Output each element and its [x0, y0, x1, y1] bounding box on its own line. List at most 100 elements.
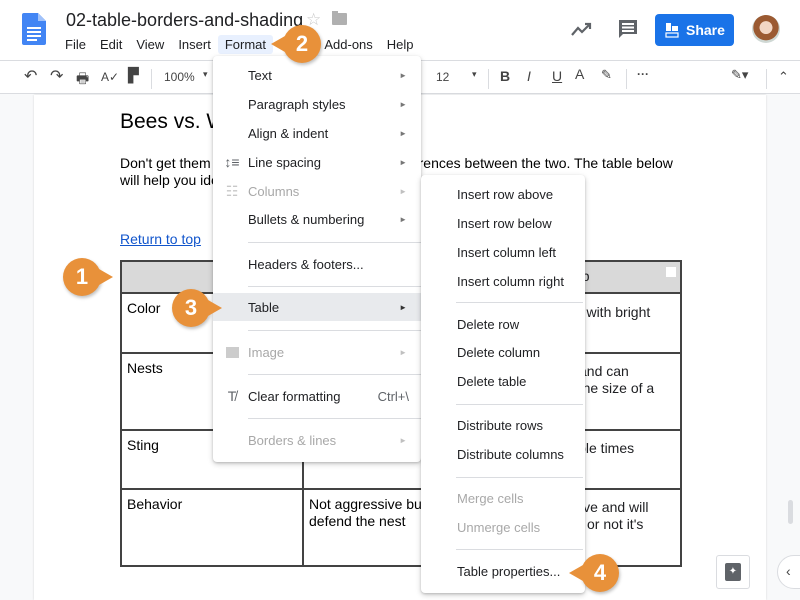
menu-item-label: Delete row: [457, 316, 520, 332]
clear-formatting-icon: T̸: [227, 388, 237, 404]
menu-bar: File Edit View Insert Format Tools Add-o…: [58, 35, 421, 54]
font-size-dropdown-icon[interactable]: ▾: [472, 69, 477, 80]
menu-item-distribute-columns[interactable]: Distribute columns: [421, 440, 585, 468]
table-cell[interactable]: Behavior: [120, 488, 304, 567]
menu-help[interactable]: Help: [380, 35, 421, 54]
menu-item-insert-row-above[interactable]: Insert row above: [421, 180, 585, 208]
menu-item-image[interactable]: Image ►: [213, 338, 421, 366]
bold-button[interactable]: B: [500, 68, 510, 84]
menu-item-distribute-rows[interactable]: Distribute rows: [421, 411, 585, 439]
menu-item-label: Bullets & numbering: [248, 211, 365, 227]
more-icon[interactable]: ···: [637, 67, 649, 81]
docs-logo-icon[interactable]: [22, 13, 46, 45]
menu-divider: [456, 549, 583, 550]
menu-item-label: Clear formatting: [248, 388, 341, 404]
menu-item-merge-cells[interactable]: Merge cells: [421, 484, 585, 512]
menu-item-label: Table: [248, 299, 280, 315]
cell-text: and can: [579, 363, 629, 379]
menu-item-align-indent[interactable]: Align & indent ►: [213, 119, 421, 147]
highlight-icon[interactable]: ✎: [601, 67, 612, 83]
cell-dropdown-icon[interactable]: [666, 267, 676, 277]
menu-item-label: Image: [248, 344, 285, 360]
menu-item-unmerge-cells[interactable]: Unmerge cells: [421, 513, 585, 541]
menu-divider: [248, 242, 421, 243]
spellcheck-icon[interactable]: A✓: [101, 70, 119, 84]
explore-button[interactable]: ✦: [716, 555, 750, 589]
paint-format-icon[interactable]: ▛: [128, 67, 139, 84]
menu-divider: [456, 302, 583, 303]
text-color-button[interactable]: A: [575, 66, 584, 82]
submenu-arrow-icon: ►: [399, 186, 407, 196]
menu-item-insert-row-below[interactable]: Insert row below: [421, 209, 585, 237]
menu-item-label: Insert row below: [457, 215, 552, 231]
menu-item-clear-formatting[interactable]: T̸ Clear formatting Ctrl+\: [213, 382, 421, 410]
redo-icon[interactable]: ↷: [50, 66, 63, 86]
menu-view[interactable]: View: [129, 35, 171, 54]
menu-item-shortcut: Ctrl+\: [377, 388, 409, 404]
app-header: 02-table-borders-and-shading ☆ File Edit…: [0, 0, 800, 60]
menu-item-paragraph-styles[interactable]: Paragraph styles ►: [213, 90, 421, 118]
return-to-top-link[interactable]: Return to top: [120, 231, 201, 247]
collapse-toolbar-icon[interactable]: ⌃: [778, 69, 789, 85]
menu-item-label: Line spacing: [248, 154, 321, 170]
comment-icon[interactable]: [618, 19, 638, 39]
step-callout-4: 4: [569, 554, 619, 592]
share-lock-icon: [665, 22, 679, 38]
menu-file[interactable]: File: [58, 35, 93, 54]
menu-item-delete-column[interactable]: Delete column: [421, 338, 585, 366]
vertical-scrollbar[interactable]: [788, 500, 793, 524]
folder-icon[interactable]: [332, 11, 347, 25]
menu-item-headers-footers[interactable]: Headers & footers...: [213, 250, 421, 278]
step-callout-2: 2: [271, 25, 321, 63]
zoom-dropdown-icon[interactable]: ▾: [203, 69, 208, 80]
editing-mode-icon[interactable]: ✎▾: [731, 67, 748, 83]
menu-item-label: Borders & lines: [248, 432, 337, 448]
italic-button[interactable]: I: [527, 68, 531, 84]
trend-icon[interactable]: [571, 20, 593, 38]
document-title[interactable]: 02-table-borders-and-shading: [66, 10, 303, 31]
menu-item-delete-row[interactable]: Delete row: [421, 310, 585, 338]
share-button[interactable]: Share: [655, 14, 734, 46]
underline-button[interactable]: U: [552, 68, 562, 84]
menu-item-label: Merge cells: [457, 490, 524, 506]
table-submenu: Insert row above Insert row below Insert…: [421, 175, 585, 593]
image-icon: [224, 344, 240, 360]
submenu-arrow-icon: ►: [399, 157, 407, 167]
undo-icon[interactable]: ↶: [24, 66, 37, 86]
menu-item-columns[interactable]: ☷ Columns ►: [213, 177, 421, 205]
share-label: Share: [686, 22, 725, 38]
menu-item-label: Delete table: [457, 373, 527, 389]
menu-item-label: Unmerge cells: [457, 519, 541, 535]
menu-item-delete-table[interactable]: Delete table: [421, 367, 585, 395]
submenu-arrow-icon: ►: [399, 302, 407, 312]
font-size-field[interactable]: 12: [436, 70, 449, 84]
menu-item-label: Headers & footers...: [248, 256, 364, 272]
menu-format[interactable]: Format: [217, 35, 273, 54]
zoom-select[interactable]: 100%: [164, 70, 195, 84]
menu-divider: [456, 477, 583, 478]
cell-text: or not it's: [587, 516, 644, 532]
menu-item-bullets-numbering[interactable]: Bullets & numbering ►: [213, 205, 421, 233]
menu-add-ons[interactable]: Add-ons: [317, 35, 379, 54]
print-icon[interactable]: 🖶: [76, 68, 89, 92]
toolbar-divider: [766, 69, 767, 89]
submenu-arrow-icon: ►: [399, 128, 407, 138]
menu-item-table[interactable]: Table ►: [213, 293, 421, 321]
user-avatar[interactable]: [752, 15, 780, 43]
menu-divider: [248, 418, 421, 419]
menu-item-text[interactable]: Text ►: [213, 61, 421, 89]
menu-item-label: Text: [248, 67, 272, 83]
columns-icon: ☷: [225, 182, 239, 199]
menu-divider: [248, 286, 421, 287]
format-menu: Text ► Paragraph styles ► Align & indent…: [213, 56, 421, 462]
menu-item-label: Insert column left: [457, 244, 556, 260]
menu-edit[interactable]: Edit: [93, 35, 129, 54]
menu-item-line-spacing[interactable]: ↕≡ Line spacing ►: [213, 148, 421, 176]
submenu-arrow-icon: ►: [399, 99, 407, 109]
menu-item-insert-column-right[interactable]: Insert column right: [421, 267, 585, 295]
menu-item-table-properties[interactable]: Table properties...: [421, 557, 585, 585]
menu-item-borders-lines[interactable]: Borders & lines ►: [213, 426, 421, 454]
menu-insert[interactable]: Insert: [171, 35, 218, 54]
menu-item-label: Distribute columns: [457, 446, 564, 462]
menu-item-insert-column-left[interactable]: Insert column left: [421, 238, 585, 266]
